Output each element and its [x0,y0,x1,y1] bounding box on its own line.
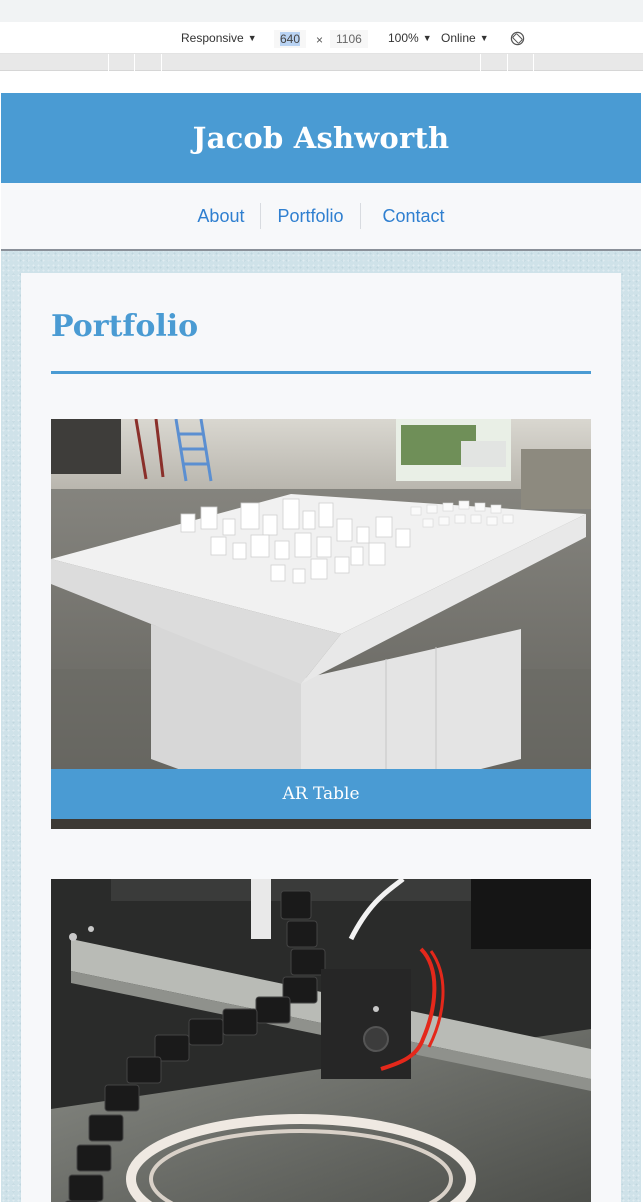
device-mode-label: Responsive [181,31,244,45]
zoom-select[interactable]: 100% ▼ [388,31,432,45]
project-card-3d-printer[interactable] [51,879,591,1202]
viewport-width-value: 640 [280,32,301,46]
nav-link-portfolio[interactable]: Portfolio [261,203,361,229]
devtools-device-toolbar: Responsive ▼ 640 × 1106 100% ▼ Online ▼ [0,22,643,54]
photo-bottom-edge [51,819,591,829]
project-card-ar-table[interactable]: AR Table [51,419,591,829]
page-title: Portfolio [51,309,199,344]
network-label: Online [441,31,476,45]
printer-photo [51,879,591,1202]
site-nav: About Portfolio Contact [1,183,641,251]
dimension-separator: × [316,33,324,47]
page-viewport: Jacob Ashworth About Portfolio Contact P… [1,93,641,1202]
devtools-gap [0,71,643,93]
nav-link-about[interactable]: About [181,203,262,229]
zoom-label: 100% [388,31,419,45]
site-title: Jacob Ashworth [192,121,450,155]
media-query-ruler [0,54,643,71]
viewport-height-input[interactable]: 1106 [330,30,368,48]
device-mode-select[interactable]: Responsive ▼ [181,31,257,45]
nav-link-contact[interactable]: Contact [361,203,461,229]
heading-divider [51,371,591,374]
devtools-top-strip [0,0,643,22]
project-caption: AR Table [51,769,591,819]
site-header: Jacob Ashworth [1,93,641,183]
ar-table-photo [51,419,591,829]
network-throttle-select[interactable]: Online ▼ [441,31,489,45]
caret-down-icon: ▼ [247,33,257,43]
caret-down-icon: ▼ [422,33,432,43]
viewport-height-value: 1106 [336,32,362,46]
viewport-width-input[interactable]: 640 [274,30,307,48]
rotate-icon[interactable] [510,31,525,46]
caret-down-icon: ▼ [479,33,489,43]
portfolio-content: Portfolio AR Table [21,273,621,1202]
